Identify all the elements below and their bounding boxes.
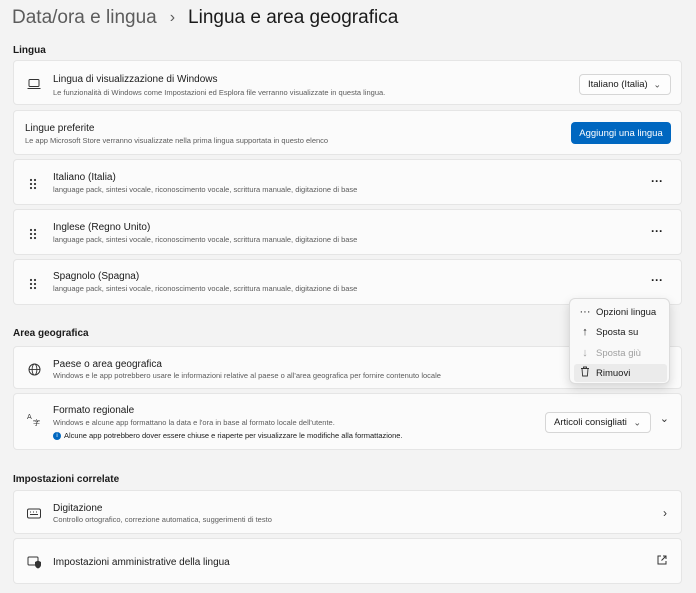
menu-item-label: Sposta su xyxy=(596,326,639,338)
menu-item-label: Sposta giù xyxy=(596,347,641,359)
breadcrumb-separator: › xyxy=(169,9,176,26)
regional-format-icon: A字 xyxy=(26,411,42,427)
admin-shield-icon xyxy=(26,554,42,570)
admin-language-title: Impostazioni amministrative della lingua xyxy=(53,557,230,568)
section-title-correlate: Impostazioni correlate xyxy=(13,474,120,485)
expand-chevron-icon[interactable]: ⌄ xyxy=(660,412,669,425)
ellipsis-icon: ··· xyxy=(579,306,591,318)
language-features: language pack, sintesi vocale, riconosci… xyxy=(53,284,358,293)
menu-item-move-up[interactable]: ↑ Sposta su xyxy=(574,323,667,341)
regional-format-desc: Windows e alcune app formattano la data … xyxy=(53,418,335,427)
breadcrumb: Data/ora e lingua › Lingua e area geogra… xyxy=(12,7,398,29)
keyboard-icon xyxy=(26,505,42,521)
svg-text:字: 字 xyxy=(33,418,40,426)
regional-format-value: Articoli consigliati xyxy=(554,417,627,428)
preferred-languages-title: Lingue preferite xyxy=(25,123,95,134)
menu-item-label: Rimuovi xyxy=(596,367,631,379)
menu-item-label: Opzioni lingua xyxy=(596,306,657,318)
drag-handle-icon[interactable] xyxy=(29,227,37,245)
more-options-button[interactable]: ··· xyxy=(651,273,663,287)
drag-handle-icon[interactable] xyxy=(29,277,37,295)
language-row[interactable]: Inglese (Regno Unito) language pack, sin… xyxy=(13,209,682,255)
arrow-up-icon: ↑ xyxy=(582,326,588,338)
svg-text:A: A xyxy=(27,413,32,421)
country-region-title: Paese o area geografica xyxy=(53,359,162,370)
section-title-lingua: Lingua xyxy=(13,45,46,56)
regional-format-card[interactable]: A字 Formato regionale Windows e alcune ap… xyxy=(13,393,682,450)
preferred-languages-card: Lingue preferite Le app Microsoft Store … xyxy=(13,110,682,155)
language-context-menu: ··· Opzioni lingua ↑ Sposta su ↓ Sposta … xyxy=(569,298,670,384)
language-features: language pack, sintesi vocale, riconosci… xyxy=(53,235,358,244)
chevron-down-icon: ⌄ xyxy=(653,79,661,89)
regional-format-dropdown[interactable]: Articoli consigliati ⌄ xyxy=(545,412,651,433)
trash-icon xyxy=(574,366,596,380)
regional-format-warning-text: Alcune app potrebbero dover essere chius… xyxy=(64,431,403,440)
language-features: language pack, sintesi vocale, riconosci… xyxy=(53,185,358,194)
menu-item-remove[interactable]: Rimuovi xyxy=(574,364,667,382)
drag-handle-icon[interactable] xyxy=(29,177,37,195)
preferred-languages-desc: Le app Microsoft Store verranno visualiz… xyxy=(25,136,329,145)
chevron-right-icon: › xyxy=(663,506,667,520)
add-language-button[interactable]: Aggiungi una lingua xyxy=(571,122,671,144)
menu-item-language-options[interactable]: ··· Opzioni lingua xyxy=(574,303,667,321)
chevron-down-icon: ⌄ xyxy=(633,417,641,427)
typing-desc: Controllo ortografico, correzione automa… xyxy=(53,515,272,524)
info-icon: i xyxy=(53,432,61,441)
page-title: Lingua e area geografica xyxy=(188,7,399,28)
menu-item-move-down[interactable]: ↓ Sposta giù xyxy=(574,344,667,362)
display-language-card: Lingua di visualizzazione di Windows Le … xyxy=(13,60,682,105)
display-language-title: Lingua di visualizzazione di Windows xyxy=(53,74,218,85)
display-language-dropdown[interactable]: Italiano (Italia) ⌄ xyxy=(579,74,671,95)
more-options-button[interactable]: ··· xyxy=(651,224,663,238)
breadcrumb-parent[interactable]: Data/ora e lingua xyxy=(12,7,157,29)
language-name: Inglese (Regno Unito) xyxy=(53,222,151,233)
country-region-desc: Windows e le app potrebbero usare le inf… xyxy=(53,371,441,380)
arrow-down-icon: ↓ xyxy=(582,347,588,359)
section-title-area: Area geografica xyxy=(13,328,89,339)
open-external-icon xyxy=(657,554,667,568)
more-options-button[interactable]: ··· xyxy=(651,174,663,188)
typing-title: Digitazione xyxy=(53,503,103,514)
language-name: Italiano (Italia) xyxy=(53,172,116,183)
admin-language-card[interactable]: Impostazioni amministrative della lingua xyxy=(13,538,682,584)
regional-format-title: Formato regionale xyxy=(53,405,135,416)
typing-card[interactable]: Digitazione Controllo ortografico, corre… xyxy=(13,490,682,534)
regional-format-warning: i Alcune app potrebbero dover essere chiu… xyxy=(53,431,403,441)
display-language-value: Italiano (Italia) xyxy=(588,79,648,90)
language-row[interactable]: Italiano (Italia) language pack, sintesi… xyxy=(13,159,682,205)
language-name: Spagnolo (Spagna) xyxy=(53,271,140,282)
globe-icon xyxy=(26,361,42,377)
display-language-desc: Le funzionalità di Windows come Impostaz… xyxy=(53,88,386,97)
laptop-icon xyxy=(26,76,42,92)
